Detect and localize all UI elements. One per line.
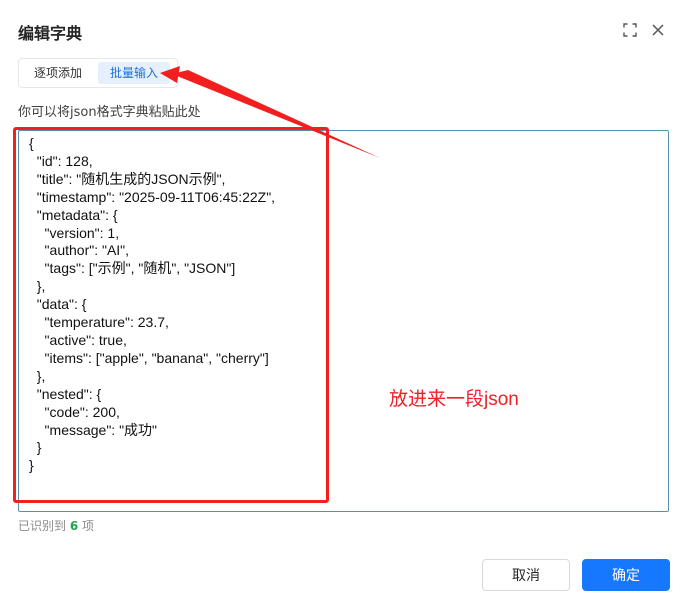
confirm-button[interactable]: 确定 bbox=[582, 559, 670, 591]
paste-hint: 你可以将json格式字典粘贴此处 bbox=[18, 105, 201, 120]
status-prefix: 已识别到 bbox=[18, 519, 67, 533]
json-content[interactable]: { "id": 128, "title": "随机生成的JSON示例", "ti… bbox=[29, 135, 275, 475]
tab-batch-input[interactable]: 批量输入 bbox=[98, 62, 171, 84]
fullscreen-icon[interactable] bbox=[620, 20, 640, 40]
tab-add-item[interactable]: 逐项添加 bbox=[22, 62, 94, 84]
status-suffix: 项 bbox=[82, 519, 95, 533]
dialog-title: 编辑字典 bbox=[18, 24, 83, 43]
close-icon[interactable] bbox=[648, 20, 668, 40]
input-mode-tabs: 逐项添加 批量输入 bbox=[18, 58, 178, 88]
status-count: 6 bbox=[69, 519, 79, 533]
annotation-text: 放进来一段json bbox=[389, 389, 519, 410]
cancel-button[interactable]: 取消 bbox=[482, 559, 570, 591]
edit-dictionary-dialog: 编辑字典 逐项添加 批量输入 你可以将json格式字典粘贴此处 { "id": … bbox=[0, 0, 685, 605]
recognized-count-status: 已识别到 6 项 bbox=[18, 517, 94, 534]
json-textarea[interactable]: { "id": 128, "title": "随机生成的JSON示例", "ti… bbox=[18, 130, 669, 512]
